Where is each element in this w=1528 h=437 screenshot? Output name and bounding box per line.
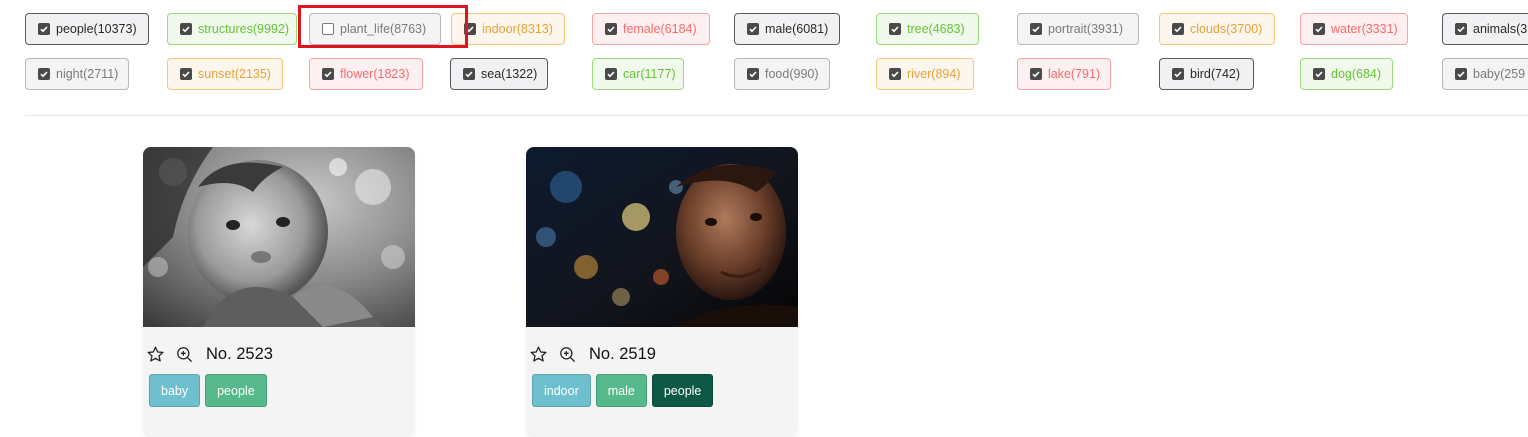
filter-tag-river[interactable]: river(894)	[876, 58, 974, 90]
zoom-in-icon[interactable]	[558, 345, 577, 364]
image-card[interactable]: No. 2523 baby people	[143, 147, 415, 437]
filter-tag-label: people(10373)	[56, 22, 137, 36]
filter-tag-clouds[interactable]: clouds(3700)	[1159, 13, 1275, 45]
filter-tag-label: water(3331)	[1331, 22, 1398, 36]
filter-tag-female[interactable]: female(6184)	[592, 13, 710, 45]
filter-tag-label: tree(4683)	[907, 22, 965, 36]
card-tag-chip[interactable]: baby	[149, 374, 201, 407]
filter-tag-label: baby(259	[1473, 67, 1526, 81]
filter-tag-label: car(1177)	[623, 67, 676, 81]
filter-tag-night[interactable]: night(2711)	[25, 58, 129, 90]
filter-tag-label: structures(9992)	[198, 22, 290, 36]
filter-tag-bird[interactable]: bird(742)	[1159, 58, 1254, 90]
card-tag-chip[interactable]: people	[651, 374, 714, 407]
filter-tag-label: river(894)	[907, 67, 961, 81]
card-photo[interactable]	[526, 147, 798, 327]
filter-tag-people[interactable]: people(10373)	[25, 13, 149, 45]
filter-tag-portrait[interactable]: portrait(3931)	[1017, 13, 1139, 45]
filter-tag-plant-life[interactable]: plant_life(8763)	[309, 13, 441, 45]
filter-tag-sunset[interactable]: sunset(2135)	[167, 58, 283, 90]
card-tag-chip[interactable]: male	[595, 374, 647, 407]
checkbox-checked[interactable]	[1030, 23, 1042, 35]
zoom-in-icon[interactable]	[175, 345, 194, 364]
checkbox-checked[interactable]	[747, 68, 759, 80]
filter-tag-label: flower(1823)	[340, 67, 410, 81]
section-divider	[25, 115, 1528, 116]
checkbox-checked[interactable]	[605, 23, 617, 35]
card-photo[interactable]	[143, 147, 415, 327]
checkbox-checked[interactable]	[1313, 23, 1325, 35]
checkbox-checked[interactable]	[889, 23, 901, 35]
filter-tag-label: bird(742)	[1190, 67, 1241, 81]
checkbox-checked[interactable]	[605, 68, 617, 80]
filter-tag-indoor[interactable]: indoor(8313)	[451, 13, 565, 45]
filter-tag-label: food(990)	[765, 67, 819, 81]
filter-tag-lake[interactable]: lake(791)	[1017, 58, 1111, 90]
card-tag-chip[interactable]: people	[205, 374, 267, 407]
filter-tag-label: sea(1322)	[481, 67, 538, 81]
filter-tag-label: night(2711)	[56, 67, 119, 81]
checkbox-checked[interactable]	[1455, 68, 1467, 80]
checkbox-unchecked[interactable]	[322, 23, 334, 35]
filter-tag-tree[interactable]: tree(4683)	[876, 13, 979, 45]
filter-tag-flower[interactable]: flower(1823)	[309, 58, 423, 90]
star-outline-icon[interactable]	[146, 345, 165, 364]
filter-tag-label: sunset(2135)	[198, 67, 271, 81]
card-actions: No. 2523	[146, 343, 273, 365]
checkbox-checked[interactable]	[1172, 23, 1184, 35]
filter-tag-water[interactable]: water(3331)	[1300, 13, 1408, 45]
filter-tag-animals[interactable]: animals(3	[1442, 13, 1528, 45]
filter-tag-label: indoor(8313)	[482, 22, 553, 36]
filter-tag-label: lake(791)	[1048, 67, 1101, 81]
filter-tag-label: female(6184)	[623, 22, 697, 36]
filter-tag-baby[interactable]: baby(259	[1442, 58, 1528, 90]
filter-tag-label: portrait(3931)	[1048, 22, 1124, 36]
checkbox-checked[interactable]	[322, 68, 334, 80]
checkbox-checked[interactable]	[1030, 68, 1042, 80]
card-tag-chip[interactable]: indoor	[532, 374, 591, 407]
star-outline-icon[interactable]	[529, 345, 548, 364]
filter-tag-structures[interactable]: structures(9992)	[167, 13, 297, 45]
filter-tag-label: plant_life(8763)	[340, 22, 427, 36]
filter-tag-male[interactable]: male(6081)	[734, 13, 840, 45]
filter-tag-label: animals(3	[1473, 22, 1528, 36]
filter-tag-car[interactable]: car(1177)	[592, 58, 684, 90]
filter-tag-food[interactable]: food(990)	[734, 58, 830, 90]
checkbox-checked[interactable]	[1172, 68, 1184, 80]
checkbox-checked[interactable]	[464, 23, 476, 35]
checkbox-checked[interactable]	[38, 23, 50, 35]
checkbox-checked[interactable]	[180, 23, 192, 35]
card-number: No. 2519	[589, 344, 656, 363]
filter-tag-label: clouds(3700)	[1190, 22, 1263, 36]
checkbox-checked[interactable]	[747, 23, 759, 35]
card-tag-list: baby people	[149, 374, 272, 407]
image-card[interactable]: No. 2519 indoor male people	[526, 147, 798, 437]
checkbox-checked[interactable]	[38, 68, 50, 80]
card-tag-list: indoor male people	[532, 374, 718, 407]
filter-tag-sea[interactable]: sea(1322)	[450, 58, 548, 90]
checkbox-checked[interactable]	[1313, 68, 1325, 80]
checkbox-checked[interactable]	[1455, 23, 1467, 35]
checkbox-checked[interactable]	[889, 68, 901, 80]
filter-tag-dog[interactable]: dog(684)	[1300, 58, 1393, 90]
checkbox-checked[interactable]	[463, 68, 475, 80]
filter-tag-label: dog(684)	[1331, 67, 1382, 81]
card-actions: No. 2519	[529, 343, 656, 365]
checkbox-checked[interactable]	[180, 68, 192, 80]
card-number: No. 2523	[206, 344, 273, 363]
filter-tag-label: male(6081)	[765, 22, 829, 36]
